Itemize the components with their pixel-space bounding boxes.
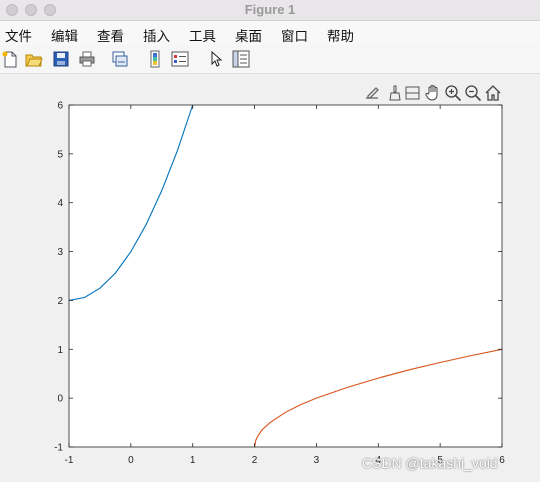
x-tick-label: 3 — [314, 455, 320, 466]
x-tick-label: 1 — [190, 455, 196, 466]
y-tick-label: 4 — [57, 198, 63, 209]
y-tick-label: 1 — [57, 345, 63, 356]
watermark-text: CSDN @takashi_void — [362, 455, 498, 471]
y-tick-label: 2 — [57, 296, 63, 307]
y-tick-label: -1 — [54, 443, 63, 454]
x-tick-label: 2 — [252, 455, 258, 466]
x-tick-label: 6 — [499, 455, 505, 466]
y-tick-label: 0 — [57, 394, 63, 405]
x-tick-label: 0 — [128, 455, 134, 466]
y-tick-label: 6 — [57, 101, 63, 112]
y-tick-label: 5 — [57, 149, 63, 160]
y-tick-label: 3 — [57, 247, 63, 258]
x-tick-label: -1 — [65, 455, 74, 466]
axes-background — [69, 105, 502, 447]
plot-chart: -1 0 1 2 3 4 5 6-10123456 — [54, 101, 505, 467]
